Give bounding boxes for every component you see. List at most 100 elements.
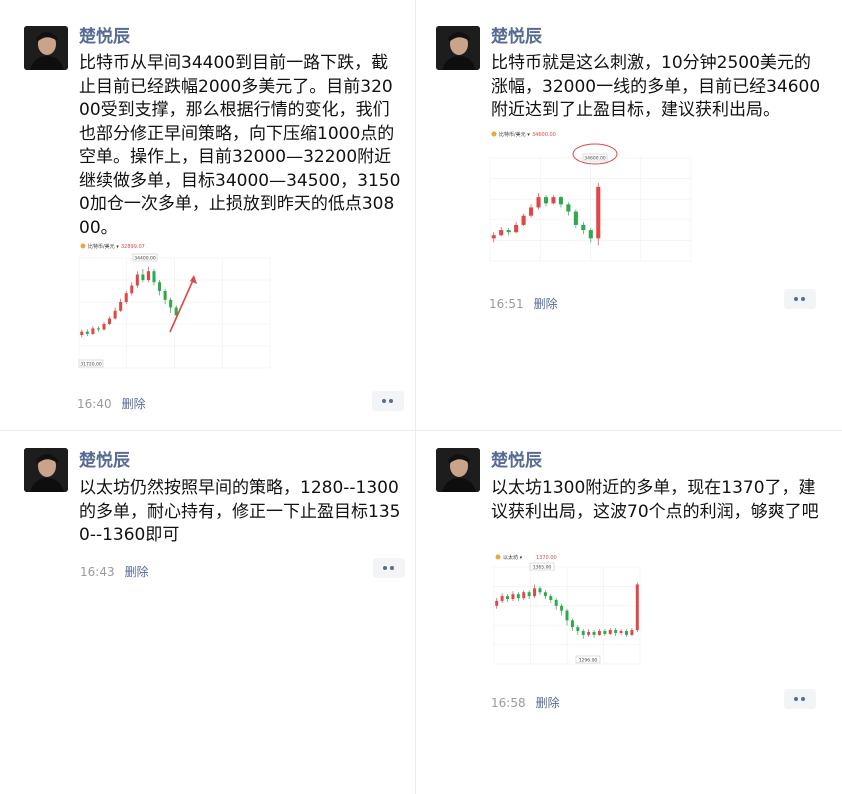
candle-body: [566, 204, 571, 212]
candle-body: [614, 630, 618, 633]
post-time: 16:43: [80, 565, 115, 579]
avatar[interactable]: [24, 26, 68, 70]
post-time: 16:58: [491, 696, 526, 710]
candle-body: [514, 224, 519, 233]
moment-post: 楚悦辰 比特币就是这么刺激，10分钟2500美元的涨幅，32000一线的多单，目…: [416, 0, 842, 430]
candle-body: [565, 610, 569, 621]
candle-body: [108, 318, 112, 324]
delete-link[interactable]: 删除: [534, 297, 558, 311]
candle-body: [113, 310, 117, 319]
candle-body: [96, 328, 100, 330]
moment-post: 楚悦辰 以太坊1300附近的多单，现在1370了，建议获利出局，这波70个点的利…: [416, 431, 842, 794]
more-button[interactable]: [372, 391, 404, 411]
chart-thumbnail[interactable]: 比特币/美元 ▾ 34600.00 34600.00: [488, 128, 693, 273]
post-text: 比特币就是这么刺激，10分钟2500美元的涨幅，32000一线的多单，目前已经3…: [491, 53, 821, 120]
candle-body: [506, 230, 511, 233]
dot-icon: [794, 297, 798, 301]
candle-body: [581, 631, 585, 635]
avatar[interactable]: [24, 448, 68, 492]
candle-body: [499, 230, 504, 236]
avatar[interactable]: [436, 448, 480, 492]
candle-body: [588, 230, 593, 239]
candle-body: [102, 324, 106, 330]
dot-icon: [383, 566, 387, 570]
high-price-label: 1365.00: [533, 565, 552, 571]
candle-body: [516, 594, 520, 599]
candle-body: [511, 594, 515, 600]
dot-icon: [390, 566, 394, 570]
more-button[interactable]: [784, 689, 816, 709]
candle-body: [619, 631, 623, 633]
symbol-label: 以太坊 ▾: [503, 554, 523, 561]
author-name[interactable]: 楚悦辰: [491, 27, 542, 47]
author-name[interactable]: 楚悦辰: [79, 451, 130, 471]
chart-thumbnail[interactable]: 比特币/美元 ▾ 32899.07 34400.00 31720.00: [77, 240, 280, 376]
candle-body: [538, 588, 542, 593]
dot-icon: [794, 697, 798, 701]
candle-body: [587, 631, 591, 635]
delete-link[interactable]: 删除: [122, 397, 146, 411]
author-name[interactable]: 楚悦辰: [491, 451, 542, 471]
candle-body: [608, 630, 612, 634]
candle-body: [558, 197, 563, 205]
candle-body: [522, 592, 526, 599]
candle-body: [597, 631, 601, 635]
candle-body: [603, 631, 607, 634]
candle-body: [554, 599, 558, 606]
low-price-label: 1296.00: [579, 658, 598, 664]
candle-body: [536, 197, 541, 208]
candle-body: [119, 302, 123, 311]
dot-icon: [801, 697, 805, 701]
avatar[interactable]: [436, 26, 480, 70]
candle-body: [141, 274, 145, 280]
delete-link[interactable]: 删除: [125, 565, 149, 579]
candle-body: [527, 592, 531, 597]
candle-body: [529, 207, 534, 216]
candle-body: [551, 197, 556, 204]
candle-body: [573, 211, 578, 225]
moment-post: 楚悦辰 比特币从早间34400到目前一路下跌，截止目前已经跌幅2000多美元了。…: [0, 0, 415, 430]
author-name[interactable]: 楚悦辰: [79, 27, 130, 47]
candle-body: [152, 271, 156, 283]
post-meta: 16:43 删除: [80, 563, 149, 580]
candle-body: [630, 630, 634, 635]
arrow-head-icon: [190, 275, 197, 284]
price-label: 34600.00: [532, 132, 556, 138]
post-meta: 16:51 删除: [489, 295, 558, 312]
candle-body: [146, 271, 150, 280]
low-price-label: 31720.00: [80, 362, 102, 368]
candle-body: [521, 215, 526, 225]
post-text: 以太坊仍然按照早间的策略，1280--1300的多单，耐心持有，修正一下止盈目标…: [79, 478, 401, 545]
candle-body: [570, 620, 574, 628]
dot-icon: [389, 399, 393, 403]
post-meta: 16:58 删除: [491, 694, 560, 711]
candle-body: [500, 596, 504, 601]
coin-icon: [491, 131, 497, 137]
candle-body: [130, 285, 134, 294]
post-meta: 16:40 删除: [77, 395, 146, 412]
post-time: 16:51: [489, 297, 524, 311]
price-label: 1370.00: [536, 555, 557, 561]
candle-body: [533, 588, 537, 597]
candle-body: [543, 592, 547, 597]
candle-body: [560, 605, 564, 611]
dot-icon: [382, 399, 386, 403]
more-button[interactable]: [373, 558, 405, 578]
candle-body: [169, 299, 173, 308]
high-price-label: 34600.00: [584, 156, 606, 162]
symbol-label: 比特币/美元 ▾: [88, 243, 119, 250]
post-text: 以太坊1300附近的多单，现在1370了，建议获利出局，这波70个点的利润，够爽…: [491, 478, 819, 522]
chart-thumbnail[interactable]: 以太坊 ▾ 1370.00 1365.00 1296.00: [492, 551, 692, 676]
candle-body: [158, 282, 162, 291]
candle-body: [85, 331, 89, 334]
delete-link[interactable]: 删除: [536, 696, 560, 710]
more-button[interactable]: [784, 289, 816, 309]
candle-body: [624, 631, 628, 635]
candle-body: [506, 596, 510, 600]
post-time: 16:40: [77, 397, 112, 411]
candle-body: [635, 584, 639, 631]
candle-body: [543, 197, 549, 204]
high-price-label: 34400.00: [134, 256, 156, 262]
candle-body: [163, 291, 167, 300]
candle-body: [91, 328, 95, 334]
